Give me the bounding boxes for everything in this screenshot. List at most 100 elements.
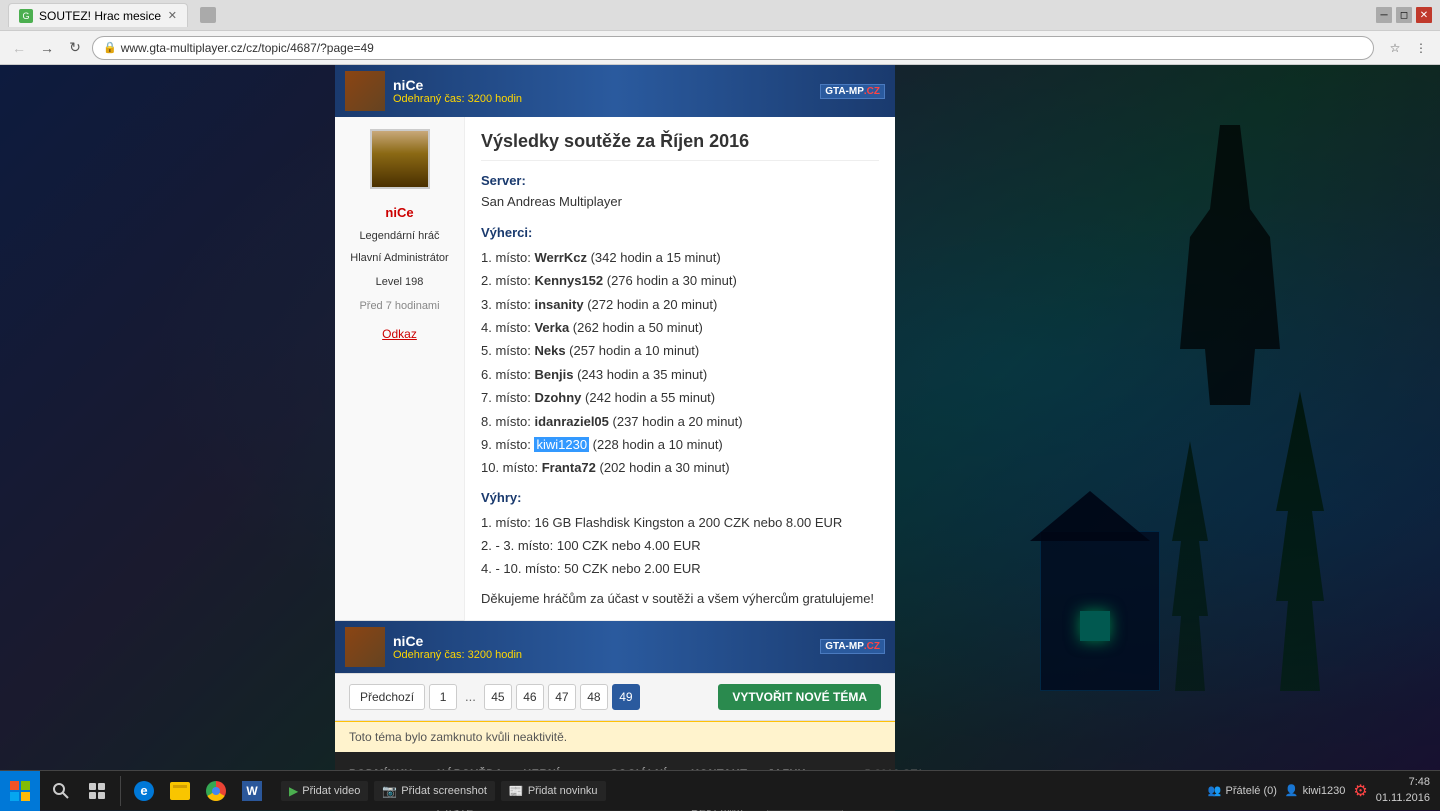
taskbar-date: 01.11.2016 (1376, 791, 1430, 806)
banner-avatar (345, 71, 385, 111)
winner-row-1: 1. místo: WerrKcz (342 hodin a 15 minut) (481, 246, 879, 269)
refresh-btn[interactable]: ↻ (64, 37, 86, 59)
winner-row-6: 6. místo: Benjis (243 hodin a 35 minut) (481, 363, 879, 386)
post-footer: Děkujeme hráčům za účast v soutěži a vše… (481, 591, 879, 606)
close-btn[interactable]: ✕ (1416, 7, 1432, 23)
add-video-btn[interactable]: ▶ Přidat video (281, 781, 368, 801)
screenshot-icon: 📷 (382, 784, 397, 798)
post-title: Výsledky soutěže za Říjen 2016 (481, 131, 879, 161)
tab-favicon: G (19, 9, 33, 23)
taskbar-right-area: 👥 Přátelé (0) 👤 kiwi1230 ⚙ 7:48 01.11.20… (1198, 775, 1440, 806)
server-name: San Andreas Multiplayer (481, 192, 879, 213)
taskbar-time: 7:48 (1376, 775, 1430, 790)
bottom-banner-info: niCe Odehraný čas: 3200 hodin (393, 633, 522, 661)
friends-icon: 👥 (1208, 784, 1222, 797)
prev-page-btn[interactable]: Předchozí (349, 684, 425, 710)
minimize-btn[interactable]: ─ (1376, 7, 1392, 23)
forward-btn[interactable]: → (36, 37, 58, 59)
new-tab-icon[interactable] (200, 7, 216, 23)
profile-role: Hlavní Administrátor (350, 252, 448, 264)
profile-level: Level 198 (376, 276, 424, 288)
taskbar-separator (120, 776, 121, 806)
prizes-label: Výhry: (481, 490, 879, 505)
odkaz-link[interactable]: Odkaz (382, 327, 417, 341)
page-47-btn[interactable]: 47 (548, 684, 576, 710)
word-taskbar-icon[interactable]: W (235, 772, 269, 810)
winner-row-9: 9. místo: kiwi1230 (228 hodin a 10 minut… (481, 433, 879, 456)
menu-icon[interactable]: ⋮ (1410, 37, 1432, 59)
address-bar[interactable]: 🔒 www.gta-multiplayer.cz/cz/topic/4687/?… (92, 36, 1374, 60)
browser-titlebar: G SOUTEZ! Hrac mesice ✕ ─ ◻ ✕ (0, 0, 1440, 30)
post-content: Výsledky soutěže za Říjen 2016 Server: S… (465, 117, 895, 621)
winner-row-2: 2. místo: Kennys152 (276 hodin a 30 minu… (481, 269, 879, 292)
post-area: niCe Legendární hráč Hlavní Administráto… (335, 117, 895, 621)
browser-nav: ← → ↻ 🔒 www.gta-multiplayer.cz/cz/topic/… (0, 30, 1440, 64)
windows-logo-icon (10, 781, 30, 801)
lock-icon: 🔒 (103, 41, 117, 54)
window-controls: ─ ◻ ✕ (1376, 7, 1432, 23)
page-49-btn[interactable]: 49 (612, 684, 640, 710)
friends-label: Přátelé (0) (1226, 785, 1277, 797)
top-user-banner: niCe Odehraný čas: 3200 hodin GTA-MP.CZ (335, 65, 895, 117)
prize-row-2: 2. - 3. místo: 100 CZK nebo 4.00 EUR (481, 534, 879, 557)
taskbar: e W ▶ Přidat video 📷 (0, 770, 1440, 810)
profile-sidebar: niCe Legendární hráč Hlavní Administráto… (335, 117, 465, 621)
tab-close-icon[interactable]: ✕ (168, 9, 177, 22)
add-video-label: Přidat video (302, 785, 360, 797)
back-btn[interactable]: ← (8, 37, 30, 59)
explorer-taskbar-icon[interactable] (163, 772, 197, 810)
gta-logo-text: GTA-MP (825, 86, 864, 97)
main-content-panel: niCe Odehraný čas: 3200 hodin GTA-MP.CZ … (335, 65, 895, 811)
add-news-btn[interactable]: 📰 Přidat novinku (501, 781, 606, 801)
winner-row-7: 7. místo: Dzohny (242 hodin a 55 minut) (481, 386, 879, 409)
search-taskbar-icon[interactable] (44, 772, 78, 810)
browser-chrome: G SOUTEZ! Hrac mesice ✕ ─ ◻ ✕ ← → ↻ 🔒 ww… (0, 0, 1440, 65)
profile-link: Odkaz (382, 326, 417, 341)
banner-username: niCe (393, 77, 812, 93)
taskbar-add-buttons: ▶ Přidat video 📷 Přidat screenshot 📰 Při… (273, 781, 614, 801)
start-button[interactable] (0, 771, 40, 811)
bottom-user-banner: niCe Odehraný čas: 3200 hodin GTA-MP.CZ (335, 621, 895, 673)
bg-roof (1030, 491, 1150, 541)
bg-glow-window (1080, 611, 1110, 641)
video-icon: ▶ (289, 784, 298, 798)
pagination-bar: Předchozí 1 ... 45 46 47 48 49 VYTVOŘIT … (335, 673, 895, 721)
news-icon: 📰 (509, 784, 524, 798)
settings-gear-icon[interactable]: ⚙ (1353, 781, 1367, 801)
taskbar-pinned-icons: e W (40, 772, 273, 810)
page-1-btn[interactable]: 1 (429, 684, 457, 710)
bookmark-icon[interactable]: ☆ (1384, 37, 1406, 59)
lock-notice: Toto téma bylo zamknuto kvůli neaktivitě… (335, 721, 895, 752)
winner-row-4: 4. místo: Verka (262 hodin a 50 minut) (481, 316, 879, 339)
tab-title: SOUTEZ! Hrac mesice (39, 9, 161, 23)
restore-btn[interactable]: ◻ (1396, 7, 1412, 23)
edge-taskbar-icon[interactable]: e (127, 772, 161, 810)
bottom-banner-avatar (345, 627, 385, 667)
chrome-taskbar-icon[interactable] (199, 772, 233, 810)
page-45-btn[interactable]: 45 (484, 684, 512, 710)
gta-logo-bottom: GTA-MP.CZ (820, 639, 885, 654)
profile-avatar (370, 129, 430, 189)
add-screenshot-btn[interactable]: 📷 Přidat screenshot (374, 781, 495, 801)
friends-btn[interactable]: 👥 Přátelé (0) (1208, 784, 1277, 797)
profile-time: Před 7 hodinami (359, 300, 439, 312)
create-topic-btn[interactable]: VYTVOŘIT NOVÉ TÉMA (718, 684, 881, 710)
banner-playtime: Odehraný čas: 3200 hodin (393, 93, 812, 105)
page-background: niCe Odehraný čas: 3200 hodin GTA-MP.CZ … (0, 65, 1440, 811)
taskview-taskbar-icon[interactable] (80, 772, 114, 810)
gta-logo-top: GTA-MP.CZ (820, 84, 885, 99)
bottom-banner-username: niCe (393, 633, 522, 649)
page-46-btn[interactable]: 46 (516, 684, 544, 710)
pagination-ellipsis: ... (461, 689, 480, 704)
taskbar-clock: 7:48 01.11.2016 (1376, 775, 1430, 806)
winner-row-3: 3. místo: insanity (272 hodin a 20 minut… (481, 293, 879, 316)
gta-logo-suffix: .CZ (864, 86, 880, 97)
prizes-list: 1. místo: 16 GB Flashdisk Kingston a 200… (481, 511, 879, 581)
profile-username[interactable]: niCe (385, 205, 413, 220)
user-profile-taskbar[interactable]: 👤 kiwi1230 (1285, 784, 1346, 797)
banner-info: niCe Odehraný čas: 3200 hodin (393, 77, 812, 105)
page-48-btn[interactable]: 48 (580, 684, 608, 710)
browser-tab[interactable]: G SOUTEZ! Hrac mesice ✕ (8, 3, 188, 27)
bottom-banner-playtime: Odehraný čas: 3200 hodin (393, 649, 522, 661)
taskbar-username: kiwi1230 (1303, 785, 1346, 797)
